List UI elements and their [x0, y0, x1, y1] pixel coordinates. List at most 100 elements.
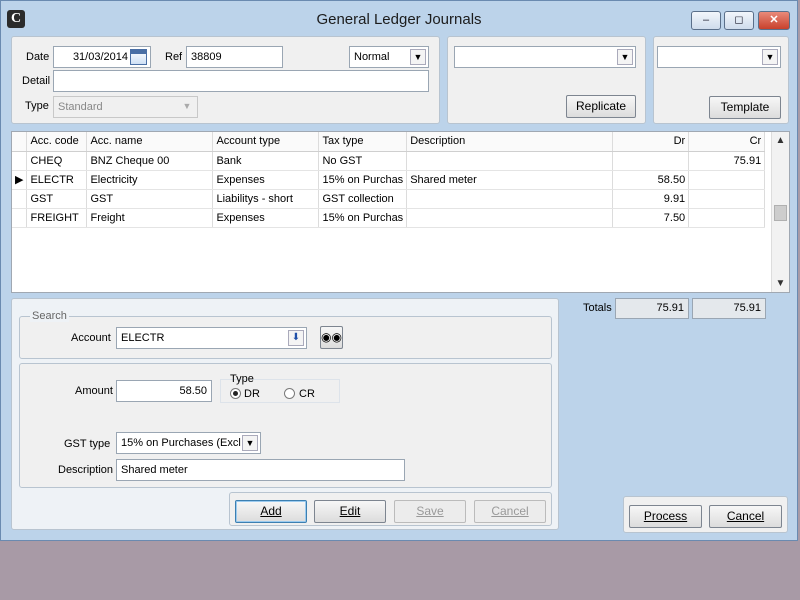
- cell-description[interactable]: [406, 208, 614, 228]
- cell-dr[interactable]: 9.91: [612, 189, 690, 209]
- add-button[interactable]: Add: [235, 500, 307, 523]
- cell-cr[interactable]: [688, 170, 766, 190]
- cell-description[interactable]: [406, 151, 614, 171]
- maximize-button[interactable]: ◻: [724, 11, 754, 30]
- amount-label: Amount: [75, 385, 113, 397]
- total-dr: 75.91: [615, 298, 689, 319]
- edit-button[interactable]: Edit: [314, 500, 386, 523]
- minimize-button[interactable]: –: [691, 11, 721, 30]
- cell-dr[interactable]: 7.50: [612, 208, 690, 228]
- column-header[interactable]: Dr: [612, 132, 690, 152]
- cell-account-type[interactable]: Expenses: [212, 170, 320, 190]
- entry-actions-panel: Add Edit Save Cancel: [229, 492, 552, 526]
- cell-tax-type[interactable]: No GST: [318, 151, 408, 171]
- close-icon: ✕: [769, 14, 779, 26]
- template-select[interactable]: ▼: [657, 46, 781, 68]
- chevron-down-icon: ▼: [242, 435, 258, 451]
- entry-cancel-button[interactable]: Cancel: [474, 500, 546, 523]
- chevron-down-icon: ▼: [762, 49, 778, 65]
- entry-cancel-label: Cancel: [491, 504, 529, 518]
- cell-description[interactable]: [406, 189, 614, 209]
- detail-field[interactable]: [53, 70, 429, 92]
- cell-acc-name[interactable]: Electricity: [86, 170, 214, 190]
- cell-acc-name[interactable]: BNZ Cheque 00: [86, 151, 214, 171]
- table-row[interactable]: FREIGHT Freight Expenses 15% on Purchas …: [12, 208, 766, 228]
- cell-cr[interactable]: [688, 189, 766, 209]
- replicate-panel: ▼ Replicate: [447, 36, 646, 124]
- column-header[interactable]: Account type: [212, 132, 320, 152]
- amount-field[interactable]: 58.50: [116, 380, 212, 402]
- save-button[interactable]: Save: [394, 500, 466, 523]
- column-header[interactable]: Description: [406, 132, 614, 152]
- mode-select[interactable]: Normal ▼: [349, 46, 429, 68]
- title-bar[interactable]: C General Ledger Journals – ◻ ✕: [1, 1, 797, 33]
- scroll-down-icon[interactable]: ▼: [772, 275, 789, 292]
- row-indicator: [12, 189, 28, 209]
- lookup-arrow-icon[interactable]: ⬇: [288, 330, 304, 346]
- row-indicator: [12, 208, 28, 228]
- binoculars-icon: ◉◉: [321, 330, 342, 344]
- cell-dr[interactable]: 58.50: [612, 170, 690, 190]
- cell-acc-code[interactable]: GST: [26, 189, 88, 209]
- cell-acc-code[interactable]: CHEQ: [26, 151, 88, 171]
- add-label: Add: [260, 504, 282, 518]
- cell-account-type[interactable]: Liabilitys - short: [212, 189, 320, 209]
- cell-acc-code[interactable]: FREIGHT: [26, 208, 88, 228]
- cell-dr[interactable]: [612, 151, 690, 171]
- process-label: Process: [643, 509, 688, 523]
- type-select[interactable]: Standard ▼: [53, 96, 198, 118]
- gst-type-label: GST type: [64, 438, 111, 450]
- window-title: General Ledger Journals: [316, 11, 482, 28]
- entry-panel: Search Account ELECTR ⬇ ◉◉ Amount 58.50 …: [11, 298, 559, 530]
- process-button[interactable]: Process: [629, 505, 702, 528]
- column-header[interactable]: Cr: [688, 132, 766, 152]
- replicate-select[interactable]: ▼: [454, 46, 636, 68]
- cancel-button[interactable]: Cancel: [709, 505, 782, 528]
- cell-cr[interactable]: 75.91: [688, 151, 766, 171]
- gst-type-value: 15% on Purchases (Excl: [121, 437, 241, 449]
- calendar-icon[interactable]: [130, 49, 147, 65]
- cell-account-type[interactable]: Expenses: [212, 208, 320, 228]
- replicate-button[interactable]: Replicate: [566, 95, 636, 118]
- table-row[interactable]: CHEQ BNZ Cheque 00 Bank No GST 75.91: [12, 151, 766, 171]
- account-field[interactable]: ELECTR ⬇: [116, 327, 307, 349]
- scroll-up-icon[interactable]: ▲: [772, 132, 789, 149]
- cell-tax-type[interactable]: 15% on Purchas: [318, 208, 408, 228]
- cell-tax-type[interactable]: 15% on Purchas: [318, 170, 408, 190]
- ref-field[interactable]: 38809: [186, 46, 283, 68]
- date-value: 31/03/2014: [72, 51, 128, 63]
- cell-acc-name[interactable]: Freight: [86, 208, 214, 228]
- search-legend: Search: [30, 310, 69, 322]
- gst-type-select[interactable]: 15% on Purchases (Excl ▼: [116, 432, 261, 454]
- type-label: Type: [25, 100, 49, 112]
- table-row[interactable]: ▶ ELECTR Electricity Expenses 15% on Pur…: [12, 170, 766, 190]
- description-field[interactable]: Shared meter: [116, 459, 405, 481]
- footer-actions-panel: Process Cancel: [623, 496, 788, 533]
- cell-description[interactable]: Shared meter: [406, 170, 614, 190]
- close-button[interactable]: ✕: [758, 11, 790, 30]
- cell-acc-name[interactable]: GST: [86, 189, 214, 209]
- dr-label: DR: [244, 388, 260, 400]
- grid-scrollbar[interactable]: ▲ ▼: [771, 132, 789, 292]
- scroll-thumb[interactable]: [774, 205, 787, 221]
- edit-label: Edit: [339, 504, 361, 518]
- cell-acc-code[interactable]: ELECTR: [26, 170, 88, 190]
- cell-cr[interactable]: [688, 208, 766, 228]
- maximize-icon: ◻: [734, 14, 744, 26]
- cr-radio[interactable]: [284, 388, 295, 399]
- find-button[interactable]: ◉◉: [320, 326, 343, 349]
- search-panel: Search Account ELECTR ⬇ ◉◉: [19, 310, 552, 359]
- column-header[interactable]: Acc. code: [26, 132, 88, 152]
- template-button[interactable]: Template: [709, 96, 781, 119]
- ref-label: Ref: [165, 51, 183, 63]
- column-header[interactable]: Acc. name: [86, 132, 214, 152]
- table-row[interactable]: GST GST Liabilitys - short GST collectio…: [12, 189, 766, 209]
- dr-radio[interactable]: [230, 388, 241, 399]
- cell-tax-type[interactable]: GST collection: [318, 189, 408, 209]
- cell-account-type[interactable]: Bank: [212, 151, 320, 171]
- row-indicator: ▶: [12, 170, 28, 190]
- save-label: Save: [416, 504, 444, 518]
- description-label: Description: [58, 464, 114, 476]
- account-value: ELECTR: [121, 332, 165, 344]
- column-header[interactable]: Tax type: [318, 132, 408, 152]
